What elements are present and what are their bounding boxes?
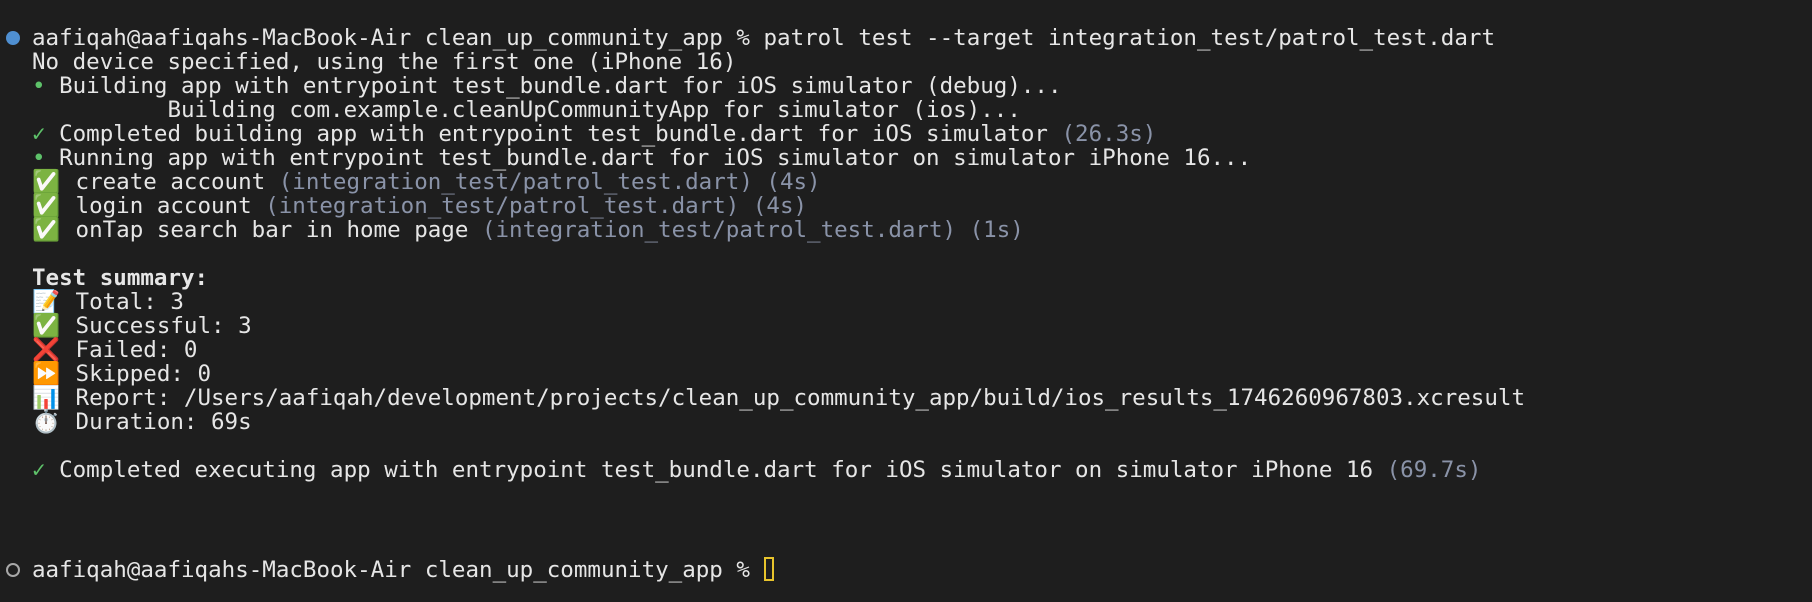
exec-duration: (69.7s)	[1386, 457, 1482, 483]
command-line-2[interactable]: aafiqah@aafiqahs-MacBook-Air clean_up_co…	[32, 556, 1812, 584]
test-result-row: ✅ onTap search bar in home page (integra…	[32, 217, 1024, 243]
stopwatch-icon: ⏱️	[32, 409, 61, 435]
output-completed-exec: ✓ Completed executing app with entrypoin…	[32, 457, 1482, 483]
check-mark-button-icon: ✅	[32, 217, 61, 243]
terminal-window[interactable]: aafiqah@aafiqahs-MacBook-Air clean_up_co…	[0, 0, 1812, 602]
shell-prompt: aafiqah@aafiqahs-MacBook-Air clean_up_co…	[32, 557, 764, 583]
summary-duration: ⏱️ Duration: 69s	[32, 409, 252, 435]
text-cursor	[763, 557, 774, 581]
check-icon: ✓	[32, 457, 46, 483]
command-pending-marker-icon	[6, 563, 20, 577]
command-status-marker-icon	[6, 31, 20, 45]
